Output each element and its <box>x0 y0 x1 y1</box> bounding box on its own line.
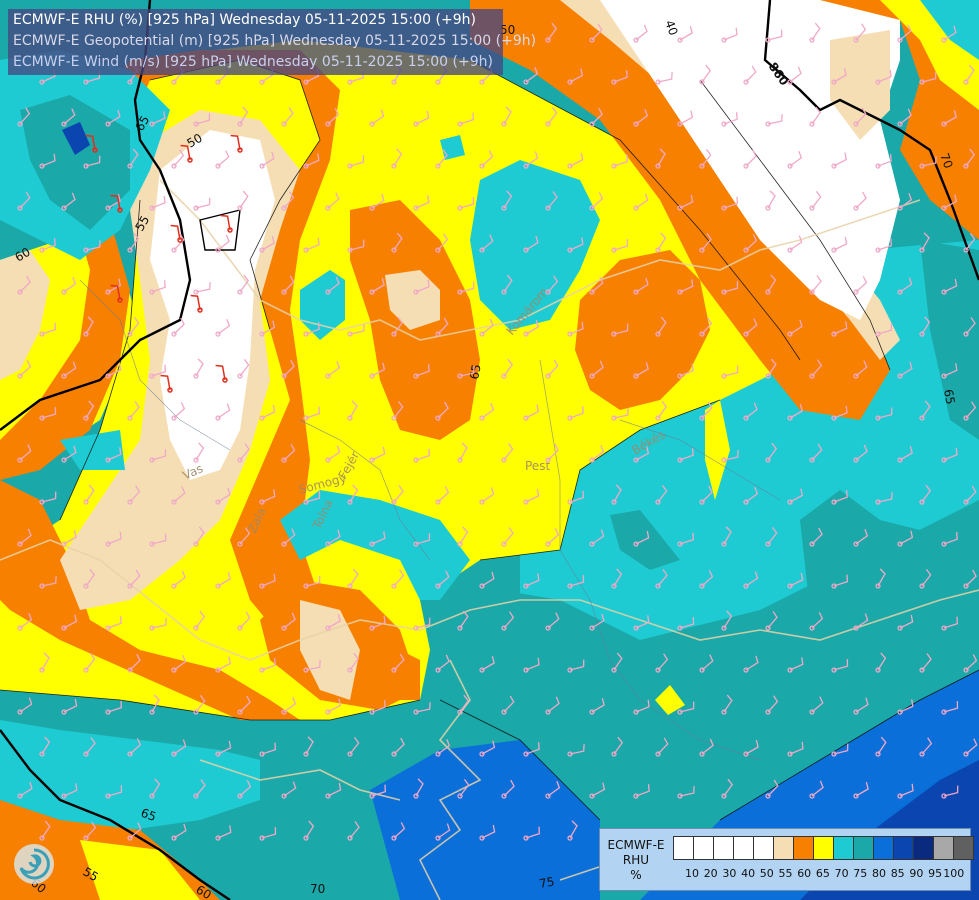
legend-swatch <box>833 836 854 860</box>
contour-label: 65 <box>467 363 483 380</box>
legend-swatch <box>893 836 914 860</box>
logo-icon <box>14 844 54 884</box>
contour-label: 65 <box>941 388 957 405</box>
legend-tick-label: 50 <box>759 867 774 880</box>
weather-map: 50 65 55 60 60 65 70 65 70 75 55 60 50 4… <box>0 0 979 900</box>
legend-swatch <box>773 836 794 860</box>
legend-swatch <box>933 836 954 860</box>
header-line-rhu: ECMWF-E RHU (%) [925 hPa] Wednesday 05-1… <box>13 12 476 28</box>
legend-swatch <box>853 836 874 860</box>
legend-swatch <box>913 836 934 860</box>
legend-tick-label: 20 <box>703 867 718 880</box>
legend-ticks: 10 20 30 40 50 55 60 65 70 75 80 85 90 95 100 <box>673 867 969 883</box>
contour-label: 70 <box>310 882 325 896</box>
legend-swatches <box>673 836 974 860</box>
header-line-wind: ECMWF-E Wind (m/s) [925 hPa] Wednesday 0… <box>13 54 493 70</box>
legend-swatch <box>693 836 714 860</box>
legend-model: ECMWF-E <box>607 838 665 852</box>
legend-tick-label: 85 <box>890 867 905 880</box>
legend-swatch <box>873 836 894 860</box>
legend-unit: % <box>630 868 642 882</box>
legend-swatch <box>793 836 814 860</box>
legend-swatch <box>733 836 754 860</box>
legend-tick-label: 10 <box>685 867 699 880</box>
legend-tick-label: 55 <box>778 867 793 880</box>
legend-variable: RHU <box>622 853 650 867</box>
legend-tick-label: 75 <box>853 867 868 880</box>
legend-tick-label: 60 <box>797 867 812 880</box>
contour-label: 75 <box>538 875 555 891</box>
legend-tick-label: 70 <box>834 867 849 880</box>
legend-tick-label: 30 <box>722 867 737 880</box>
legend-swatch <box>753 836 774 860</box>
legend-tick-label: 80 <box>872 867 886 880</box>
legend-swatch <box>953 836 974 860</box>
legend-swatch <box>813 836 834 860</box>
header-panel: ECMWF-E RHU (%) [925 hPa] Wednesday 05-1… <box>8 9 536 75</box>
header-line-geopotential: ECMWF-E Geopotential (m) [925 hPa] Wedne… <box>13 33 537 49</box>
legend-tick-label: 65 <box>815 867 830 880</box>
legend-swatch <box>673 836 694 860</box>
color-legend: ECMWF-E RHU % 10 20 30 40 50 55 60 65 70 75 80 85 90… <box>599 828 974 891</box>
legend-tick-label: 95 <box>928 867 943 880</box>
legend-title: ECMWF-E RHU % <box>604 838 668 883</box>
legend-tick-label: 40 <box>741 867 756 880</box>
legend-tick-label: 90 <box>909 867 924 880</box>
legend-swatch <box>713 836 734 860</box>
legend-tick-label: 100 <box>943 867 965 880</box>
